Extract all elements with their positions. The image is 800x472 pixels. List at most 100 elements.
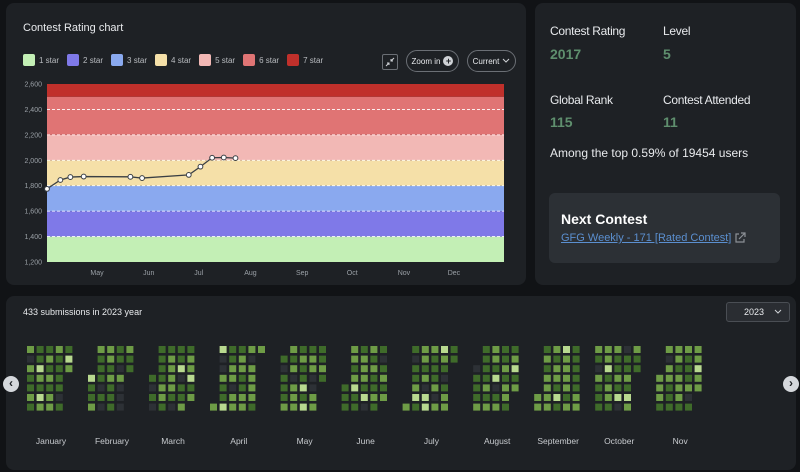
heatmap-cell[interactable] — [46, 394, 54, 401]
heatmap-cell[interactable] — [229, 346, 237, 353]
heatmap-cell[interactable] — [553, 365, 561, 373]
rating-point[interactable] — [127, 173, 134, 180]
rating-point[interactable] — [139, 175, 145, 181]
heatmap-cell[interactable] — [168, 374, 176, 382]
heatmap-cell[interactable] — [685, 394, 692, 401]
heatmap-cell[interactable] — [543, 384, 551, 392]
heatmap-cell[interactable] — [421, 374, 429, 382]
heatmap-cell[interactable] — [604, 355, 612, 363]
heatmap-cell[interactable] — [46, 365, 54, 373]
heatmap-cell[interactable] — [55, 384, 63, 392]
heatmap-cell[interactable] — [675, 394, 683, 401]
heatmap-cell[interactable] — [370, 384, 378, 392]
heatmap-cell[interactable] — [511, 384, 519, 392]
heatmap-cell[interactable] — [27, 403, 34, 411]
heatmap-cell[interactable] — [280, 374, 288, 382]
heatmap-cell[interactable] — [412, 355, 420, 363]
heatmap-cell[interactable] — [380, 384, 387, 392]
heatmap-cell[interactable] — [238, 403, 246, 411]
scroll-right-button[interactable]: › — [783, 376, 799, 392]
heatmap-cell[interactable] — [290, 374, 298, 382]
heatmap-cell[interactable] — [219, 374, 227, 382]
heatmap-cell[interactable] — [473, 384, 481, 392]
heatmap-cell[interactable] — [665, 384, 673, 392]
heatmap-cell[interactable] — [563, 384, 570, 392]
heatmap-cell[interactable] — [360, 374, 368, 382]
heatmap-cell[interactable] — [97, 384, 105, 392]
heatmap-cell[interactable] — [604, 365, 612, 373]
heatmap-cell[interactable] — [604, 394, 612, 401]
heatmap-cell[interactable] — [299, 365, 307, 373]
heatmap-cell[interactable] — [116, 384, 124, 392]
heatmap-cell[interactable] — [492, 355, 500, 363]
heatmap-cell[interactable] — [27, 365, 34, 373]
heatmap-cell[interactable] — [412, 394, 420, 401]
next-contest-link-text[interactable]: GFG Weekly - 171 [Rated Contest] — [561, 232, 731, 244]
heatmap-cell[interactable] — [441, 346, 448, 353]
heatmap-cell[interactable] — [624, 355, 631, 363]
heatmap-cell[interactable] — [248, 384, 256, 392]
heatmap-cell[interactable] — [595, 355, 603, 363]
heatmap-cell[interactable] — [229, 365, 237, 373]
heatmap-cell[interactable] — [309, 403, 317, 411]
heatmap-cell[interactable] — [543, 355, 551, 363]
heatmap-cell[interactable] — [290, 384, 298, 392]
heatmap-cell[interactable] — [685, 384, 692, 392]
heatmap-cell[interactable] — [116, 403, 124, 411]
heatmap-cell[interactable] — [177, 374, 185, 382]
heatmap-cell[interactable] — [441, 374, 448, 382]
heatmap-cell[interactable] — [107, 374, 115, 382]
heatmap-cell[interactable] — [97, 365, 105, 373]
heatmap-cell[interactable] — [158, 346, 166, 353]
heatmap-cell[interactable] — [309, 365, 317, 373]
heatmap-cell[interactable] — [656, 394, 664, 401]
heatmap-cell[interactable] — [36, 365, 44, 373]
next-contest-link[interactable]: GFG Weekly - 171 [Rated Contest] — [561, 232, 746, 244]
heatmap-cell[interactable] — [351, 374, 359, 382]
heatmap-cell[interactable] — [46, 355, 54, 363]
heatmap-cell[interactable] — [351, 394, 359, 401]
heatmap-cell[interactable] — [280, 365, 288, 373]
heatmap-cell[interactable] — [187, 384, 195, 392]
heatmap-cell[interactable] — [431, 346, 439, 353]
heatmap-cell[interactable] — [27, 374, 34, 382]
legend-item[interactable]: 7 star — [287, 54, 323, 66]
heatmap-cell[interactable] — [421, 346, 429, 353]
heatmap-cell[interactable] — [248, 355, 256, 363]
heatmap-cell[interactable] — [46, 384, 54, 392]
heatmap-cell[interactable] — [46, 346, 54, 353]
rating-point[interactable] — [220, 154, 227, 161]
heatmap-cell[interactable] — [656, 374, 664, 382]
external-link-icon[interactable] — [734, 232, 746, 244]
heatmap-cell[interactable] — [126, 346, 134, 353]
heatmap-cell[interactable] — [46, 374, 54, 382]
heatmap-cell[interactable] — [492, 384, 500, 392]
heatmap-cell[interactable] — [229, 384, 237, 392]
legend-item[interactable]: 2 star — [67, 54, 103, 66]
heatmap-cell[interactable] — [168, 384, 176, 392]
heatmap-cell[interactable] — [248, 403, 256, 411]
heatmap-cell[interactable] — [55, 374, 63, 382]
heatmap-cell[interactable] — [511, 355, 519, 363]
heatmap-cell[interactable] — [665, 355, 673, 363]
heatmap-cell[interactable] — [177, 384, 185, 392]
heatmap-cell[interactable] — [219, 394, 227, 401]
heatmap-cell[interactable] — [290, 365, 298, 373]
heatmap-cell[interactable] — [412, 384, 420, 392]
heatmap-cell[interactable] — [380, 394, 387, 401]
heatmap-cell[interactable] — [482, 374, 490, 382]
heatmap-cell[interactable] — [633, 365, 641, 373]
heatmap-cell[interactable] — [370, 374, 378, 382]
heatmap-cell[interactable] — [450, 346, 458, 353]
rating-point[interactable] — [185, 172, 192, 178]
heatmap-cell[interactable] — [219, 355, 227, 363]
heatmap-cell[interactable] — [27, 384, 34, 392]
heatmap-cell[interactable] — [482, 365, 490, 373]
heatmap-cell[interactable] — [473, 365, 481, 373]
heatmap-cell[interactable] — [107, 346, 115, 353]
heatmap-cell[interactable] — [126, 365, 134, 373]
heatmap-cell[interactable] — [624, 374, 631, 382]
heatmap-cell[interactable] — [482, 346, 490, 353]
heatmap-cell[interactable] — [473, 394, 481, 401]
heatmap-cell[interactable] — [412, 403, 420, 411]
